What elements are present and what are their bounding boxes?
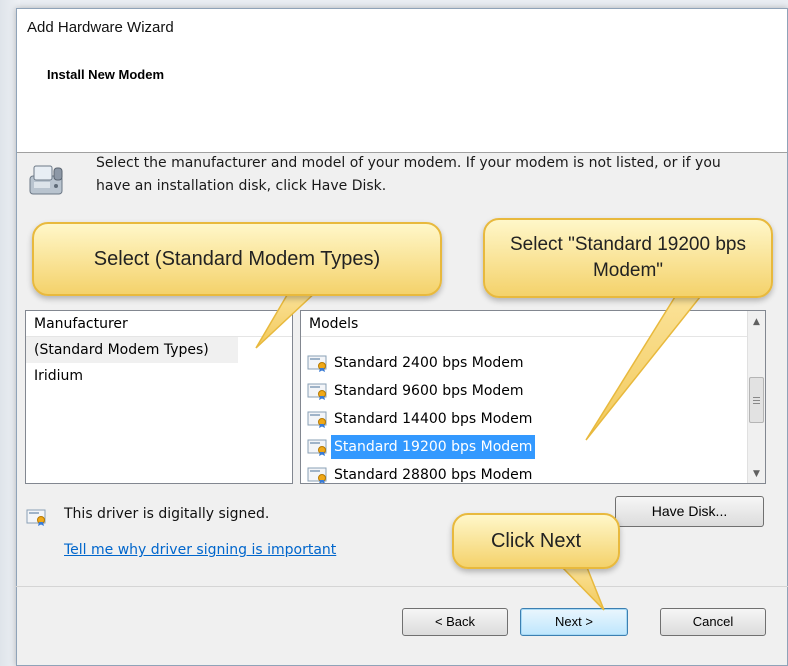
model-label: Standard 2400 bps Modem (334, 355, 524, 371)
manufacturer-item-iridium[interactable]: Iridium (26, 363, 292, 389)
grip-icon (753, 396, 760, 404)
model-item-28800[interactable]: Standard 28800 bps Modem (307, 463, 535, 483)
cancel-button[interactable]: Cancel (660, 608, 766, 636)
have-disk-button[interactable]: Have Disk... (615, 496, 764, 527)
instruction-text: Select the manufacturer and model of you… (96, 155, 721, 194)
model-label: Standard 19200 bps Modem (331, 435, 536, 459)
signing-status: This driver is digitally signed. (64, 506, 270, 522)
window-title: Add Hardware Wizard (17, 9, 787, 43)
model-item-9600[interactable]: Standard 9600 bps Modem (307, 379, 527, 403)
manufacturer-item-standard[interactable]: (Standard Modem Types) (26, 337, 238, 363)
modem-icon (29, 165, 63, 195)
scroll-thumb[interactable] (749, 377, 764, 423)
certificate-icon (307, 383, 327, 400)
certificate-icon (307, 467, 327, 483)
scroll-down-icon[interactable]: ▼ (748, 465, 765, 482)
model-item-14400[interactable]: Standard 14400 bps Modem (307, 407, 535, 431)
models-list[interactable]: Models Standard 2400 bps Modem Standard … (300, 310, 766, 484)
certificate-icon (307, 411, 327, 428)
callout-model: Select "Standard 19200 bps Modem" (483, 218, 773, 298)
signed-certificate-icon (26, 509, 46, 526)
scroll-up-icon[interactable]: ▲ (748, 313, 765, 330)
footer-divider (16, 586, 788, 587)
next-button[interactable]: Next > (520, 608, 628, 636)
model-label: Standard 14400 bps Modem (334, 411, 533, 427)
model-label: Standard 28800 bps Modem (334, 467, 533, 483)
models-header: Models (301, 311, 765, 337)
callout-manufacturer: Select (Standard Modem Types) (32, 222, 442, 296)
manufacturer-header: Manufacturer (26, 311, 292, 337)
callout-next: Click Next (452, 513, 620, 569)
back-button[interactable]: < Back (402, 608, 508, 636)
certificate-icon (307, 439, 327, 456)
model-item-19200[interactable]: Standard 19200 bps Modem (307, 435, 536, 459)
manufacturer-list[interactable]: Manufacturer (Standard Modem Types) Irid… (25, 310, 293, 484)
page-title: Install New Modem (47, 67, 165, 82)
model-item-2400[interactable]: Standard 2400 bps Modem (307, 351, 527, 375)
certificate-icon (307, 355, 327, 372)
models-scrollbar[interactable]: ▲ ▼ (747, 311, 765, 483)
model-label: Standard 9600 bps Modem (334, 383, 524, 399)
header-panel: Install New Modem (17, 43, 787, 153)
driver-signing-link[interactable]: Tell me why driver signing is important (64, 542, 336, 558)
